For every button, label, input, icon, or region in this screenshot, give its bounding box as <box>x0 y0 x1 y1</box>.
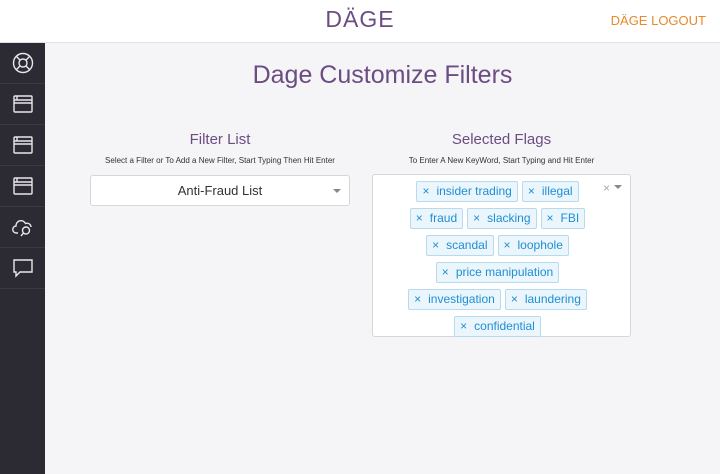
tag-label: investigation <box>428 292 495 307</box>
selected-flags-panel: Selected Flags To Enter A New KeyWord, S… <box>372 131 631 337</box>
tag-chip: × confidential <box>454 315 541 337</box>
sidebar-item-window-2[interactable] <box>0 125 45 166</box>
cloud-search-icon <box>11 219 32 237</box>
tag-chip: × insider trading <box>416 180 518 202</box>
filter-list-panel: Filter List Select a Filter or To Add a … <box>90 131 350 206</box>
window-icon <box>12 177 33 195</box>
tag-label: scandal <box>446 238 488 253</box>
chevron-down-icon[interactable] <box>333 188 341 193</box>
tag-label: price manipulation <box>455 265 554 280</box>
tag-label: insider trading <box>436 184 512 199</box>
chevron-down-icon[interactable] <box>614 184 622 189</box>
remove-tag-icon[interactable]: × <box>414 292 421 306</box>
window-icon <box>12 136 33 154</box>
filter-list-hint: Select a Filter or To Add a New Filter, … <box>105 156 335 165</box>
tag-label: slacking <box>487 211 531 226</box>
tag-chip: × loophole <box>497 234 569 256</box>
selected-flags-hint: To Enter A New KeyWord, Start Typing and… <box>408 156 595 165</box>
sidebar-item-cloud-search[interactable] <box>0 207 45 248</box>
sidebar <box>0 43 45 474</box>
window-icon <box>12 95 33 113</box>
remove-tag-icon[interactable]: × <box>504 238 511 252</box>
filter-list-heading: Filter List <box>189 131 251 148</box>
tag-chip: × slacking <box>467 207 537 229</box>
remove-tag-icon[interactable]: × <box>416 211 423 225</box>
tag-chip: × scandal <box>426 234 494 256</box>
remove-tag-icon[interactable]: × <box>422 184 429 198</box>
filter-select-value: Anti-Fraud List <box>177 182 263 198</box>
main-content: Dage Customize Filters Filter List Selec… <box>45 43 720 474</box>
page-title: Dage Customize Filters <box>252 61 513 89</box>
tag-chip: × FBI <box>540 207 586 229</box>
top-bar: DÄGE DÄGE LOGOUT <box>0 0 720 43</box>
remove-tag-icon[interactable]: × <box>460 319 467 333</box>
remove-tag-icon[interactable]: × <box>547 211 554 225</box>
tag-chip: × laundering <box>504 288 587 310</box>
sidebar-item-window-1[interactable] <box>0 84 45 125</box>
tag-chip: × fraud <box>409 207 464 229</box>
tag-label: laundering <box>524 292 581 307</box>
tag-label: FBI <box>560 211 580 226</box>
sidebar-item-window-3[interactable] <box>0 166 45 207</box>
sidebar-item-help[interactable] <box>0 43 45 84</box>
clear-all-icon[interactable]: × <box>603 181 610 195</box>
tag-label: fraud <box>429 211 458 226</box>
filter-select[interactable]: Anti-Fraud List <box>90 174 350 206</box>
remove-tag-icon[interactable]: × <box>511 292 518 306</box>
remove-tag-icon[interactable]: × <box>473 211 480 225</box>
selected-flags-heading: Selected Flags <box>451 131 552 148</box>
flags-tag-input[interactable]: × insider trading × illegal × fraud × slacki… <box>372 173 631 340</box>
tag-label: loophole <box>517 238 563 253</box>
remove-tag-icon[interactable]: × <box>442 265 449 279</box>
logout-link[interactable]: DÄGE LOGOUT <box>611 13 706 28</box>
chat-bubble-icon <box>12 259 33 278</box>
lifebuoy-icon <box>12 52 33 74</box>
remove-tag-icon[interactable]: × <box>432 238 439 252</box>
tag-label: illegal <box>541 184 573 199</box>
tag-chip: × price manipulation <box>435 261 560 283</box>
tag-chip: × illegal <box>521 180 579 202</box>
tag-list: × insider trading × illegal × fraud × slacki… <box>387 178 608 340</box>
remove-tag-icon[interactable]: × <box>528 184 535 198</box>
tag-chip: × investigation <box>408 288 501 310</box>
tag-label: confidential <box>474 319 535 334</box>
sidebar-item-chat[interactable] <box>0 248 45 289</box>
